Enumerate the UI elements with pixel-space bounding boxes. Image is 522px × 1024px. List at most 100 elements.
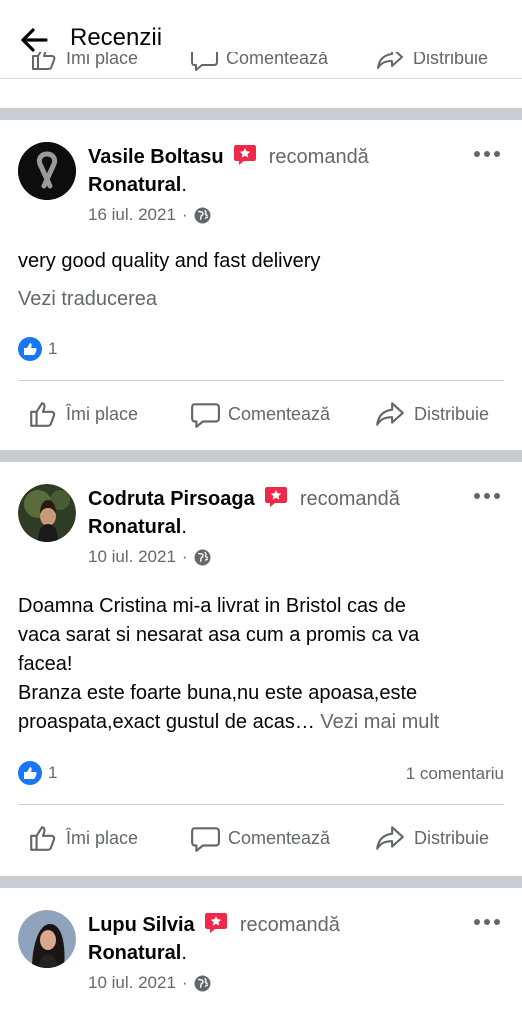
period: . <box>181 942 187 964</box>
previous-comment-label: Comentează <box>226 52 329 68</box>
previous-share-button[interactable]: Distribuie <box>375 52 488 72</box>
post-header: Codruta Pirsoaga recomandă Ronatural. <box>88 485 462 541</box>
post-actions: Îmi place Comentează Distribuie <box>0 816 522 860</box>
see-translation-link[interactable]: Vezi traducerea <box>18 285 508 314</box>
avatar[interactable] <box>18 910 76 968</box>
like-button[interactable]: Îmi place <box>28 392 138 436</box>
period: . <box>181 516 187 538</box>
share-arrow-icon <box>376 402 404 426</box>
avatar[interactable] <box>18 142 76 200</box>
post-text-line: Branza este foarte buna,nu este apoasa,e… <box>18 682 418 704</box>
review-post: Lupu Silvia recomandă Ronatural. 10 iul.… <box>0 888 522 1024</box>
recommends-text: recomandă <box>299 488 400 510</box>
globe-icon <box>194 207 211 223</box>
meta-dot: · <box>181 973 188 992</box>
post-header: Lupu Silvia recomandă Ronatural. <box>88 911 462 967</box>
dot-icon <box>484 919 490 925</box>
divider <box>18 804 504 805</box>
comment-label: Comentează <box>228 403 331 424</box>
share-arrow-icon <box>376 826 404 850</box>
more-options-button[interactable] <box>470 910 504 934</box>
previous-share-label: Distribuie <box>413 52 489 68</box>
previous-comment-button[interactable]: Comentează <box>190 52 328 72</box>
avatar-photo-icon <box>18 484 76 542</box>
dot-icon <box>494 151 500 157</box>
page-name[interactable]: Ronatural <box>88 516 181 538</box>
avatar[interactable] <box>18 484 76 542</box>
author-name[interactable]: Codruta Pirsoaga <box>88 488 255 510</box>
dot-icon <box>484 493 490 499</box>
share-button[interactable]: Distribuie <box>374 392 489 436</box>
reactions-summary[interactable]: 1 <box>18 337 57 361</box>
thumbs-up-icon <box>30 402 56 427</box>
dot-icon <box>494 919 500 925</box>
author-name[interactable]: Lupu Silvia <box>88 914 195 936</box>
recommends-text: recomandă <box>268 146 369 168</box>
dot-icon <box>494 493 500 499</box>
recommend-icon <box>234 145 257 165</box>
like-button[interactable]: Îmi place <box>28 816 138 860</box>
author-name[interactable]: Vasile Boltasu <box>88 146 224 168</box>
period: . <box>181 174 187 196</box>
divider <box>18 380 504 381</box>
meta-dot: · <box>181 205 188 224</box>
page-name[interactable]: Ronatural <box>88 942 181 964</box>
avatar-photo-icon <box>18 910 76 968</box>
post-text-line: Doamna Cristina mi-a livrat in Bristol c… <box>18 595 406 617</box>
previous-like-label: Îmi place <box>66 52 139 68</box>
review-post: Codruta Pirsoaga recomandă Ronatural. 10… <box>0 462 522 876</box>
meta-dot: · <box>181 547 188 566</box>
more-options-button[interactable] <box>470 142 504 166</box>
comment-bubble-icon <box>191 827 220 852</box>
globe-icon <box>194 975 211 991</box>
post-text: very good quality and fast delivery <box>18 250 321 272</box>
post-separator <box>0 450 522 462</box>
post-meta: 16 iul. 2021 · <box>88 205 211 225</box>
share-arrow-icon <box>377 52 403 69</box>
previous-like-button[interactable]: Îmi place <box>30 52 138 72</box>
page-title: Recenzii <box>70 24 163 51</box>
thumbs-up-icon <box>32 52 56 70</box>
recommend-icon <box>205 913 228 933</box>
more-options-button[interactable] <box>470 484 504 508</box>
post-date[interactable]: 10 iul. 2021 <box>88 547 176 567</box>
post-date[interactable]: 10 iul. 2021 <box>88 973 176 993</box>
dot-icon <box>484 151 490 157</box>
post-text-fragment: proaspata,exact gustul de acas… <box>18 711 315 733</box>
post-meta: 10 iul. 2021 · <box>88 973 211 993</box>
share-label: Distribuie <box>414 827 490 848</box>
review-post: Vasile Boltasu recomandă Ronatural. 16 i… <box>0 120 522 450</box>
post-header: Vasile Boltasu recomandă Ronatural. <box>88 143 462 199</box>
post-actions: Îmi place Comentează Distribuie <box>0 392 522 436</box>
recommend-icon <box>265 487 288 507</box>
dot-icon <box>474 919 480 925</box>
comments-count-link[interactable]: 1 comentariu <box>406 764 504 784</box>
thumbs-up-icon <box>30 826 56 851</box>
dot-icon <box>474 151 480 157</box>
post-date[interactable]: 16 iul. 2021 <box>88 205 176 225</box>
like-label: Îmi place <box>66 827 139 848</box>
post-meta: 10 iul. 2021 · <box>88 547 211 567</box>
page-name[interactable]: Ronatural <box>88 174 181 196</box>
comment-bubble-icon <box>191 52 218 71</box>
post-text-line: proaspata,exact gustul de acas… Vezi mai… <box>18 708 508 737</box>
reactions-summary[interactable]: 1 <box>18 761 57 785</box>
post-separator <box>0 108 522 120</box>
dot-icon <box>474 493 480 499</box>
share-label: Distribuie <box>414 403 490 424</box>
like-reaction-icon <box>18 761 42 785</box>
comment-bubble-icon <box>191 403 220 428</box>
see-more-link[interactable]: Vezi mai mult <box>320 711 439 733</box>
top-bar: Recenzii Îmi place Comentează Distribuie <box>0 0 522 79</box>
like-label: Îmi place <box>66 403 139 424</box>
comment-button[interactable]: Comentează <box>190 816 330 860</box>
share-button[interactable]: Distribuie <box>374 816 489 860</box>
comment-button[interactable]: Comentează <box>190 392 330 436</box>
globe-icon <box>194 549 211 565</box>
post-text-line: facea! <box>18 653 73 675</box>
like-reaction-icon <box>18 337 42 361</box>
post-text-line: vaca sarat si nesarat asa cum a promis c… <box>18 624 420 646</box>
avatar-ribbon-icon <box>18 142 76 200</box>
reactions-count: 1 <box>48 339 58 358</box>
post-separator <box>0 876 522 888</box>
